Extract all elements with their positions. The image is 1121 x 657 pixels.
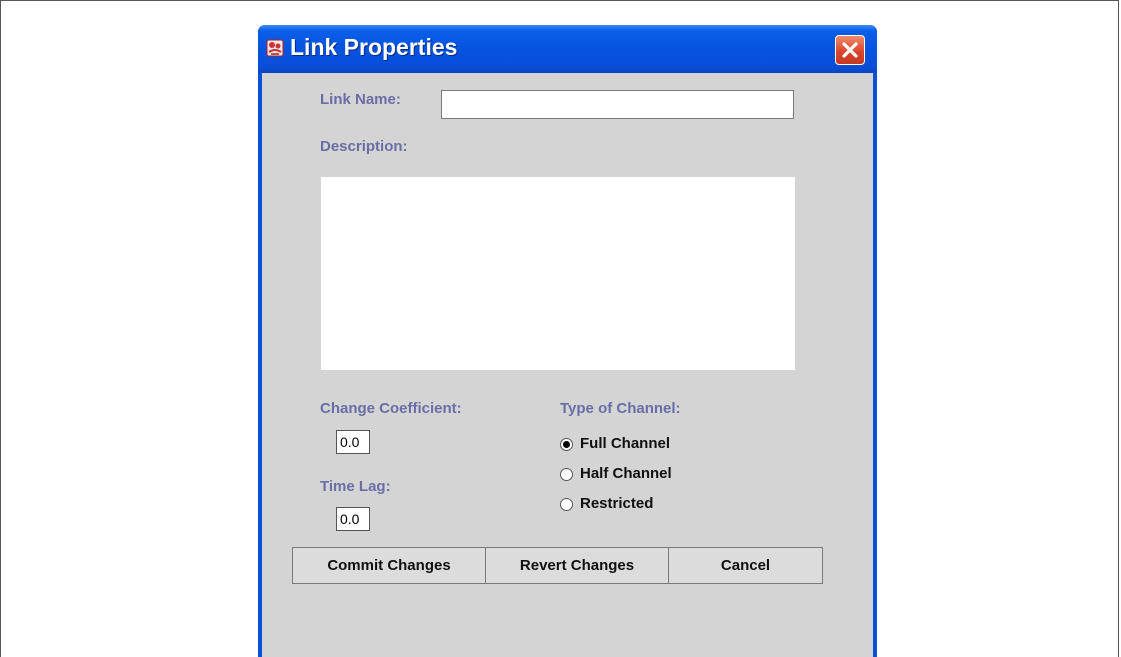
description-textarea[interactable] — [321, 177, 795, 370]
close-icon — [842, 42, 858, 58]
radio-label: Restricted — [580, 495, 654, 512]
radio-label: Full Channel — [580, 435, 670, 452]
time-lag-label: Time Lag: — [320, 478, 391, 495]
close-button[interactable] — [835, 35, 865, 65]
change-coefficient-label: Change Coefficient: — [320, 400, 462, 417]
link-name-label: Link Name: — [320, 91, 401, 108]
radio-button-selected[interactable] — [560, 438, 573, 451]
channel-type-label: Type of Channel: — [560, 400, 681, 417]
radio-button[interactable] — [560, 498, 573, 511]
change-coefficient-input[interactable]: 0.0 — [336, 430, 370, 454]
link-properties-dialog: Link Properties Link Name: Description: … — [258, 25, 877, 657]
dialog-content: Link Name: Description: Change Coefficie… — [262, 73, 873, 657]
revert-changes-button[interactable]: Revert Changes — [485, 547, 669, 584]
dialog-title: Link Properties — [290, 34, 458, 60]
cancel-button[interactable]: Cancel — [668, 547, 823, 584]
link-name-input[interactable] — [441, 90, 794, 119]
title-bar[interactable]: Link Properties — [258, 25, 877, 73]
time-lag-input[interactable]: 0.0 — [336, 507, 370, 531]
description-label: Description: — [320, 138, 408, 155]
radio-label: Half Channel — [580, 465, 672, 482]
app-emblem-icon — [266, 39, 284, 57]
commit-changes-button[interactable]: Commit Changes — [292, 547, 486, 584]
radio-button[interactable] — [560, 468, 573, 481]
